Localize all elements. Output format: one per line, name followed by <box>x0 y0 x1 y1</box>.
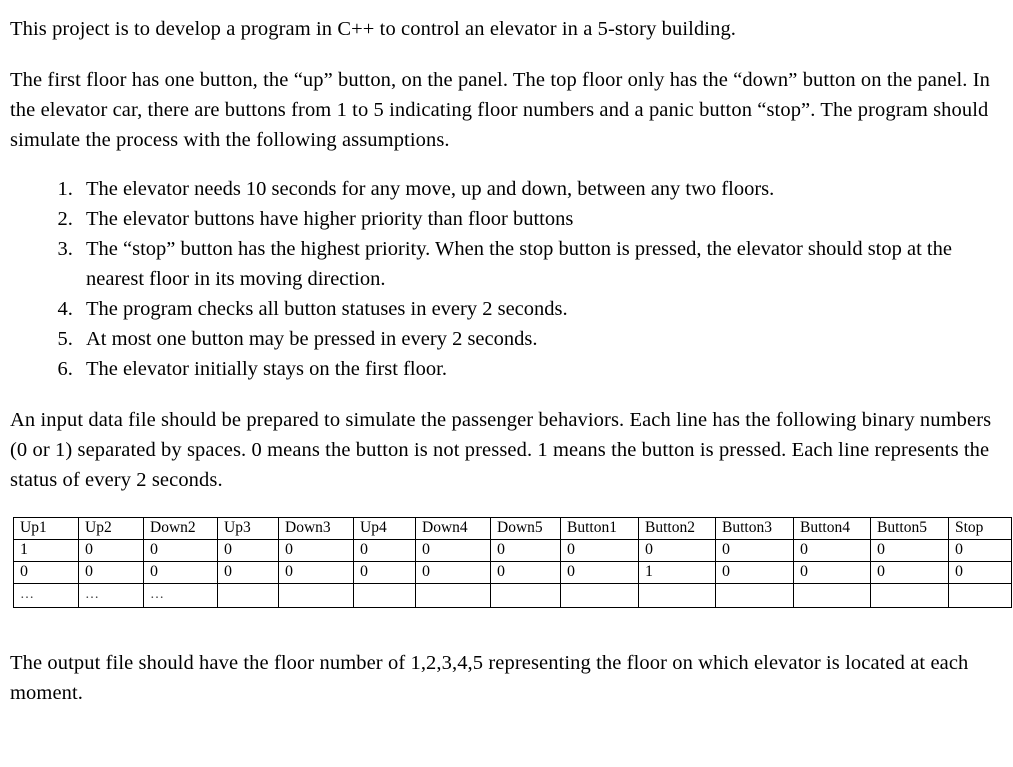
status-table-header-cell: Down2 <box>143 517 218 540</box>
status-table-cell <box>353 583 416 608</box>
status-table-cell: 0 <box>490 539 561 562</box>
status-table-cell <box>560 583 639 608</box>
status-table-cell: 0 <box>870 561 949 584</box>
status-table-header-cell: Down5 <box>490 517 561 540</box>
intro-paragraph: This project is to develop a program in … <box>10 18 737 40</box>
button-status-table: Up1 Up2 Down2 Up3 Down3 Up4 Down4 Down5 Button1 B… <box>13 517 1012 608</box>
status-table-cell: 0 <box>415 561 491 584</box>
status-table-header-cell: Up4 <box>353 517 416 540</box>
document-page: This project is to develop a program in … <box>0 14 1013 767</box>
status-table-cell: 0 <box>217 539 279 562</box>
status-table-cell: 0 <box>143 539 218 562</box>
status-table-cell: … <box>78 583 144 608</box>
status-table-cell: 0 <box>638 539 716 562</box>
status-table-head: Up1 Up2 Down2 Up3 Down3 Up4 Down4 Down5 Button1 B… <box>13 517 1012 540</box>
output-file-paragraph: The output file should have the floor nu… <box>10 652 969 704</box>
status-table-cell: … <box>143 583 218 608</box>
status-table-cell: 0 <box>870 539 949 562</box>
table-bottom-spacer <box>0 608 1013 648</box>
input-file-paragraph: An input data file should be prepared to… <box>10 409 992 491</box>
status-table-header-cell: Up3 <box>217 517 279 540</box>
status-table-cell: 0 <box>715 561 794 584</box>
status-table-cell <box>715 583 794 608</box>
status-table-cell: 0 <box>278 539 354 562</box>
status-table-cell: 0 <box>353 539 416 562</box>
status-table-header-cell: Button3 <box>715 517 794 540</box>
status-table-cell <box>490 583 561 608</box>
assumption-item: The “stop” button has the highest priori… <box>78 234 999 294</box>
status-table-cell: 0 <box>78 561 144 584</box>
status-table-cell: 0 <box>560 539 639 562</box>
status-table-cell: 1 <box>638 561 716 584</box>
status-table-cell: 0 <box>13 561 79 584</box>
status-table-header-row: Up1 Up2 Down2 Up3 Down3 Up4 Down4 Down5 Button1 B… <box>13 517 1012 540</box>
status-table-cell: … <box>13 583 79 608</box>
status-table-cell <box>948 583 1012 608</box>
status-table-cell: 0 <box>143 561 218 584</box>
assumption-item: The elevator buttons have higher priorit… <box>78 204 999 234</box>
status-table-header-cell: Down4 <box>415 517 491 540</box>
assumption-item: The program checks all button statuses i… <box>78 294 999 324</box>
status-table-cell: 0 <box>715 539 794 562</box>
status-table-cell: 0 <box>560 561 639 584</box>
status-table-body: 1 0 0 0 0 0 0 0 0 0 0 0 0 0 0 0 0 0 0 0 0 0 0 1 0 0 0 0……… <box>13 539 1012 608</box>
status-table-cell <box>415 583 491 608</box>
status-table-cell: 0 <box>78 539 144 562</box>
status-table-cell: 0 <box>415 539 491 562</box>
status-table-cell: 1 <box>13 539 79 562</box>
status-table-header-cell: Down3 <box>278 517 354 540</box>
status-table-header-cell: Button5 <box>870 517 949 540</box>
status-table-cell: 0 <box>948 561 1012 584</box>
status-table-cell <box>870 583 949 608</box>
assumption-item: The elevator needs 10 seconds for any mo… <box>78 174 999 204</box>
status-table-container: Up1 Up2 Down2 Up3 Down3 Up4 Down4 Down5 Button1 B… <box>0 517 1013 608</box>
status-table-cell: 0 <box>278 561 354 584</box>
status-table-header-cell: Up1 <box>13 517 79 540</box>
floors-description-paragraph: The first floor has one button, the “up”… <box>10 69 991 151</box>
status-table-cell <box>278 583 354 608</box>
assumptions-list: The elevator needs 10 seconds for any mo… <box>0 174 1013 384</box>
status-table-cell: 0 <box>793 539 871 562</box>
status-table-header-cell: Button2 <box>638 517 716 540</box>
status-table-cell <box>638 583 716 608</box>
status-table-cell: 0 <box>217 561 279 584</box>
status-table-row: 10000000000000 <box>13 539 1012 562</box>
status-table-cell: 0 <box>948 539 1012 562</box>
status-table-header-cell: Button1 <box>560 517 639 540</box>
status-table-row: 00000000010000 <box>13 561 1012 584</box>
status-table-header-cell: Stop <box>948 517 1012 540</box>
status-table-row: ……… <box>13 583 1012 608</box>
status-table-header-cell: Up2 <box>78 517 144 540</box>
status-table-header-cell: Button4 <box>793 517 871 540</box>
status-table-cell: 0 <box>353 561 416 584</box>
assumption-item: At most one button may be pressed in eve… <box>78 324 999 354</box>
status-table-cell: 0 <box>793 561 871 584</box>
status-table-cell <box>793 583 871 608</box>
status-table-cell <box>217 583 279 608</box>
status-table-cell: 0 <box>490 561 561 584</box>
assumption-item: The elevator initially stays on the firs… <box>78 354 999 384</box>
